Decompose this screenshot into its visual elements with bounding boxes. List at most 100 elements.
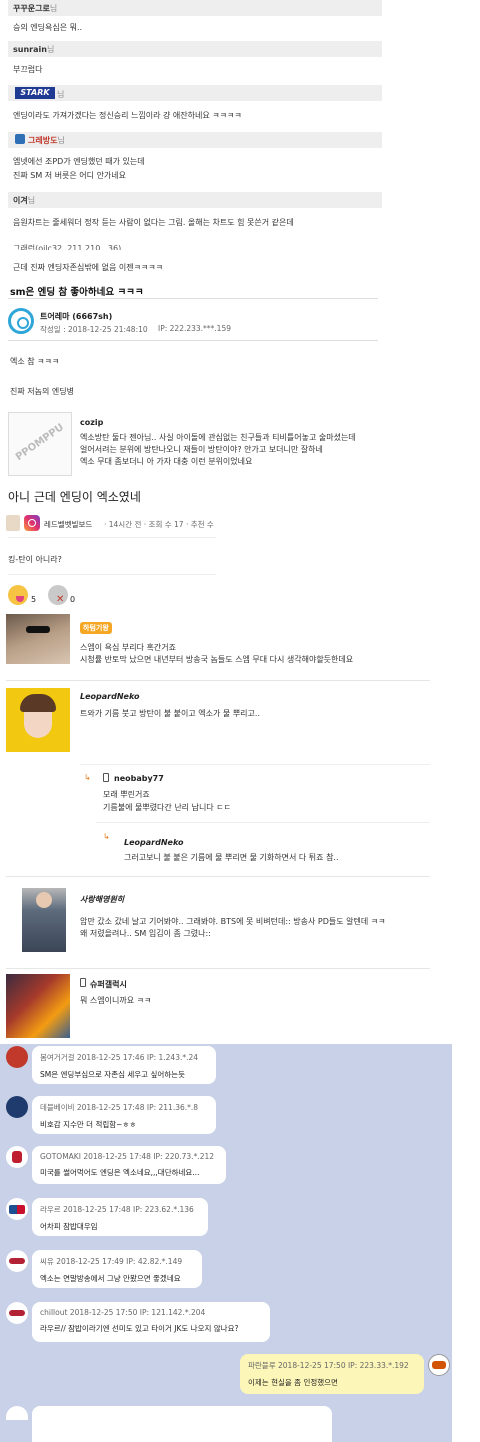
instagram-icon[interactable] <box>24 515 40 531</box>
comment-nick[interactable]: neobaby77 <box>114 774 164 783</box>
divider <box>8 298 378 299</box>
mobile-icon <box>103 773 109 782</box>
comment-nick[interactable]: 사랑해영원히 <box>80 894 124 905</box>
comment-text: 엔딩이라도 가져가겠다는 정신승리 느낌이라 걍 애잔하네요 ㅋㅋㅋㅋ <box>13 111 242 120</box>
chat-text: 이제는 현실을 좀 인정했으면 <box>248 1378 338 1387</box>
chat-nick[interactable]: 씨유 <box>40 1257 54 1266</box>
author-name[interactable]: 트어레마 (6667sh) <box>40 311 112 322</box>
chat-meta: 2018-12-25 17:48 IP: 223.62.*.136 <box>63 1205 194 1214</box>
comment-nick[interactable]: 슈퍼갤럭시 <box>90 979 127 990</box>
chat-nick[interactable]: 봄여거거걸 <box>40 1053 75 1062</box>
comment-text: 암만 갔소 갔네 날고 기어봐야.. 그래봐야. BTS에 못 비벼턴데:: 방… <box>80 917 386 926</box>
braves-logo-icon <box>6 1302 28 1324</box>
comment-nick[interactable]: LeopardNeko <box>124 838 183 847</box>
chat-text: 어차피 잠밥대우임 <box>40 1222 98 1231</box>
team-logo-icon <box>6 1046 28 1068</box>
avatar <box>6 614 70 664</box>
comment-text: 기름불에 물뿌렸다간 난리 납니다 ㄷㄷ <box>103 803 231 812</box>
comment-nick[interactable]: 이겨님 <box>13 195 35 206</box>
mlb-logo-icon <box>6 1198 28 1220</box>
comment-text: 근데 진짜 엔딩자존심밖에 없음 이젠ㅋㅋㅋㅋ <box>13 263 164 272</box>
comment-text: 부끄럽다 <box>13 65 43 74</box>
comment-nick[interactable]: 그레방도님 <box>28 135 65 146</box>
post-meta: · 14시간 전 · 조회 수 17 · 추천 수 <box>104 520 214 529</box>
comment-text: 모래 뿌린거죠 <box>103 790 150 799</box>
team-logo-icon <box>6 1096 28 1118</box>
tongue-emoji-icon[interactable] <box>8 585 28 605</box>
skull-emoji-icon[interactable]: ✕ <box>48 585 68 605</box>
chat-meta: 2018-12-25 17:50 IP: 223.33.*.192 <box>278 1361 409 1370</box>
chat-text: 미국를 썰어먹어도 엔딩은 엑소네요,,,대단하네요... <box>40 1168 200 1177</box>
post-text: 킹-탄이 아니라? <box>8 555 62 564</box>
reaction-count: 0 <box>70 595 76 604</box>
chat-nick[interactable]: chillout <box>40 1308 67 1317</box>
comment-text: 얼어서려는 분위에 방탄나오니 재들이 방탄이야? 안가고 보더니만 잘하네 <box>80 445 323 454</box>
comment-text: 음원차트는 줄세워더 정작 듣는 사람이 없다는 그림. 올해는 차트도 힘 못… <box>13 218 294 227</box>
team-logo-icon <box>428 1354 450 1376</box>
chat-bubble: 라우르 2018-12-25 17:48 IP: 223.62.*.136 어차… <box>32 1198 208 1236</box>
my-chat-bubble: 파란블루 2018-12-25 17:50 IP: 223.33.*.192 이… <box>240 1354 424 1394</box>
comment-header <box>8 0 382 16</box>
chat-nick[interactable]: 라우르 <box>40 1205 61 1214</box>
comment-text: 엠넷에선 조PD가 엔딩했던 때가 있는데 <box>13 157 145 166</box>
divider <box>6 968 430 969</box>
comment-text: 승의 엔딩욕심은 뭐.. <box>13 23 83 32</box>
chat-text: SM은 엔딩부심으로 자존심 세우고 싶어하는듯 <box>40 1070 185 1079</box>
chat-nick[interactable]: 데블베이비 <box>40 1103 75 1112</box>
profile-icon <box>8 308 34 334</box>
comment-text: 왜 저렸을려나.. SM 입김이 좀 그렸나:: <box>80 929 211 938</box>
comment-text: 엑소방탄 둘다 젠아님.. 사실 아이돌에 관심없는 친구들과 티비틀어놓고 술… <box>80 433 356 442</box>
post-title: 아니 근데 엔딩이 엑소였네 <box>8 490 141 504</box>
chat-bubble: GOTOMAKI 2018-12-25 17:48 IP: 220.73.*.2… <box>32 1146 226 1184</box>
avatar <box>6 688 70 752</box>
comment-text: 스엠이 욕심 부리다 혹간거죠 <box>80 643 176 652</box>
divider <box>6 680 430 681</box>
comment-nick[interactable]: 꾸꾸운그로님 <box>13 3 57 14</box>
chat-text: 비호감 지수만 더 적립함~ㅎㅎ <box>40 1120 137 1129</box>
comment-header <box>8 41 382 57</box>
chat-nick[interactable]: GOTOMAKI <box>40 1152 81 1161</box>
avatar <box>6 974 70 1038</box>
reply-arrow-icon: ↳ <box>103 832 110 841</box>
post-title: sm은 엔딩 참 좋아하네요 ㅋㅋㅋ <box>10 287 144 298</box>
reply-arrow-icon: ↳ <box>84 773 91 782</box>
comment-nick[interactable]: LeopardNeko <box>80 692 139 701</box>
comment-text: 뭐 스엠이니까요 ㅋㅋ <box>80 996 152 1005</box>
chat-bubble: 씨유 2018-12-25 17:49 IP: 42.82.*.149 엑소는 … <box>32 1250 202 1288</box>
post-ip: IP: 222.233.***.159 <box>158 324 231 333</box>
partial-chat-bubble <box>32 1406 332 1442</box>
post-line: 진짜 저놈의 엔딩병 <box>10 387 74 396</box>
user-icon <box>15 134 25 144</box>
chat-meta: 2018-12-25 17:48 IP: 211.36.*.8 <box>76 1103 199 1112</box>
post-line: 엑소 참 ㅋㅋㅋ <box>10 357 60 366</box>
board-name[interactable]: 레드벨벳빌보드 <box>44 519 92 530</box>
comment-nick[interactable]: 하텀기왕 <box>80 622 112 634</box>
divider <box>8 574 216 575</box>
chat-bubble: chillout 2018-12-25 17:50 IP: 121.142.*.… <box>32 1302 270 1342</box>
comment-nick[interactable]: cozip <box>80 418 103 427</box>
divider <box>8 340 378 341</box>
stark-logo[interactable]: STARK <box>15 87 55 99</box>
comment-text: 엑소 무대 좀보더니 아 가자 대충 이런 분위이었네요 <box>80 457 253 466</box>
chat-meta: 2018-12-25 17:50 IP: 121.142.*.204 <box>69 1308 206 1317</box>
comment-text: 시청률 반토막 났으면 내년부터 방송국 놈들도 스엠 무대 다시 생각해야할듯… <box>80 655 354 664</box>
comment-text: 진짜 SM 저 버릇은 어디 안가네요 <box>13 171 127 180</box>
user-icon <box>6 515 20 531</box>
red-sox-logo-icon <box>6 1146 28 1168</box>
divider <box>8 537 216 538</box>
chat-bubble: 데블베이비 2018-12-25 17:48 IP: 211.36.*.8 비호… <box>32 1096 216 1134</box>
comment-text: 그러고보니 불 붙은 기름에 물 뿌리면 물 기화하면서 다 튀죠 참.. <box>124 853 339 862</box>
avatar <box>22 888 66 952</box>
post-date: 작성일 : 2018-12-25 21:48:10 <box>40 325 148 334</box>
braves-logo-icon <box>6 1250 28 1272</box>
divider <box>6 876 430 877</box>
chat-meta: 2018-12-25 17:48 IP: 220.73.*.212 <box>83 1152 215 1161</box>
chat-nick[interactable]: 파란블루 <box>248 1361 276 1370</box>
comment-text: 트와가 기름 붓고 방탄이 불 붙이고 엑소가 물 뿌리고.. <box>80 709 260 718</box>
comment-nick[interactable]: sunrain님 <box>13 44 54 55</box>
ppomppu-logo: PPOMPPU <box>8 412 72 476</box>
chat-text: 엑소는 연말방송에서 그냥 안봤으면 좋겠네요 <box>40 1274 181 1283</box>
divider <box>96 822 430 823</box>
chat-bubble: 봄여거거걸 2018-12-25 17:46 IP: 1.243.*.24 SM… <box>32 1046 216 1084</box>
reaction-count: 5 <box>31 595 37 604</box>
